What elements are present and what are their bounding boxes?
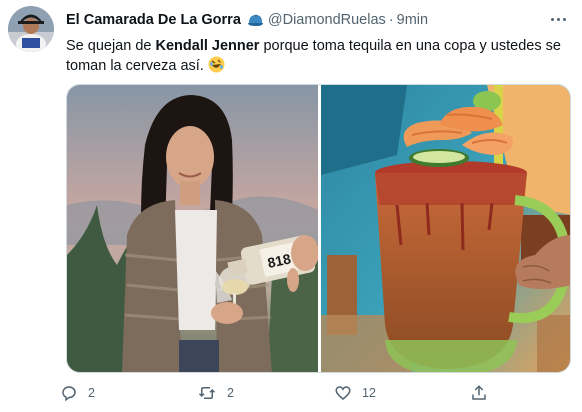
retweet-icon xyxy=(197,384,217,402)
like-button[interactable]: 12 xyxy=(334,381,376,405)
tweet-timestamp[interactable]: 9min xyxy=(397,12,428,28)
tweet-text: Se quejan de Kendall Jenner porque toma … xyxy=(66,36,571,76)
media-photo-right[interactable] xyxy=(321,85,571,373)
author-name[interactable]: El Camarada De La Gorra xyxy=(66,12,241,28)
like-count: 12 xyxy=(362,386,376,400)
reply-button[interactable]: 2 xyxy=(60,381,95,405)
retweet-button[interactable]: 2 xyxy=(197,381,234,405)
reply-count: 2 xyxy=(88,386,95,400)
more-options-icon[interactable] xyxy=(548,10,568,28)
rofl-emoji-icon xyxy=(208,56,225,73)
action-bar: 2 2 12 xyxy=(60,381,560,405)
avatar[interactable] xyxy=(8,6,54,52)
media-grid[interactable]: 818 xyxy=(66,84,571,373)
heart-icon xyxy=(334,384,352,402)
tweet[interactable]: El Camarada De La Gorra @DiamondRuelas ·… xyxy=(0,0,582,412)
header-separator: · xyxy=(388,12,394,28)
share-button[interactable] xyxy=(470,381,498,405)
media-photo-left[interactable]: 818 xyxy=(67,85,319,373)
tweet-text-part1: Se quejan de xyxy=(66,38,156,54)
share-icon xyxy=(470,384,488,402)
cap-emoji-icon xyxy=(247,14,264,27)
tweet-text-mention: Kendall Jenner xyxy=(155,38,260,54)
tweet-header: El Camarada De La Gorra @DiamondRuelas ·… xyxy=(66,11,428,29)
retweet-count: 2 xyxy=(227,386,234,400)
reply-icon xyxy=(60,384,78,402)
author-handle[interactable]: @DiamondRuelas xyxy=(268,12,386,28)
